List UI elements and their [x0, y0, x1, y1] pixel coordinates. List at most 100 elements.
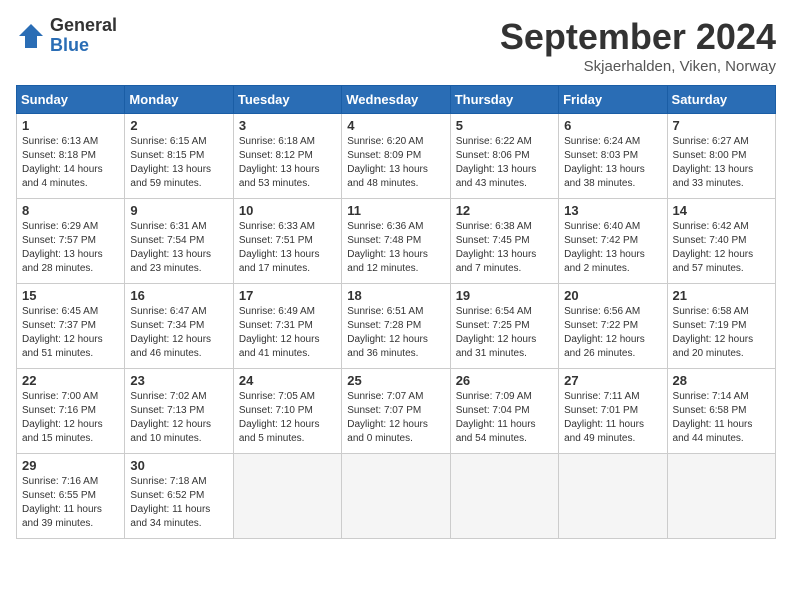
day-info: Sunrise: 6:13 AM Sunset: 8:18 PM Dayligh…: [22, 135, 119, 191]
calendar-cell: 16Sunrise: 6:47 AM Sunset: 7:34 PM Dayli…: [125, 284, 233, 369]
day-number: 25: [347, 373, 444, 388]
calendar-table: SundayMondayTuesdayWednesdayThursdayFrid…: [16, 85, 776, 539]
header: General Blue September 2024 Skjaerhalden…: [16, 16, 776, 75]
calendar-week-row: 15Sunrise: 6:45 AM Sunset: 7:37 PM Dayli…: [17, 284, 776, 369]
calendar-cell: 28 Sunrise: 7:14 AM Sunset: 6:58 PM Dayli…: [667, 369, 775, 454]
day-number: 22: [22, 373, 119, 388]
calendar-cell: 8 Sunrise: 6:29 AM Sunset: 7:57 PM Daylig…: [17, 199, 125, 284]
day-info: Sunrise: 7:07 AM Sunset: 7:07 PM Dayligh…: [347, 390, 444, 446]
day-number: 30: [130, 458, 227, 473]
calendar-cell: 19 Sunrise: 6:54 AM Sunset: 7:25 PM Dayli…: [450, 284, 558, 369]
day-info: Sunrise: 7:16 AM Sunset: 6:55 PM Dayligh…: [22, 475, 119, 531]
day-info: Sunrise: 6:45 AM Sunset: 7:37 PM Dayligh…: [22, 305, 119, 361]
calendar-cell: 5Sunrise: 6:22 AM Sunset: 8:06 PM Daylig…: [450, 114, 558, 199]
day-info: Sunrise: 7:11 AM Sunset: 7:01 PM Dayligh…: [564, 390, 661, 446]
day-info: Sunrise: 6:54 AM Sunset: 7:25 PM Dayligh…: [456, 305, 553, 361]
calendar-cell: 26 Sunrise: 7:09 AM Sunset: 7:04 PM Dayli…: [450, 369, 558, 454]
day-info: Sunrise: 6:56 AM Sunset: 7:22 PM Dayligh…: [564, 305, 661, 361]
day-number: 16: [130, 288, 227, 303]
day-info: Sunrise: 6:18 AM Sunset: 8:12 PM Dayligh…: [239, 135, 336, 191]
calendar-cell: 23Sunrise: 7:02 AM Sunset: 7:13 PM Dayli…: [125, 369, 233, 454]
calendar-cell: [342, 454, 450, 539]
calendar-week-row: 22Sunrise: 7:00 AM Sunset: 7:16 PM Dayli…: [17, 369, 776, 454]
logo-icon: [16, 21, 46, 51]
day-number: 17: [239, 288, 336, 303]
day-number: 29: [22, 458, 119, 473]
logo-blue-text: Blue: [50, 36, 117, 56]
day-info: Sunrise: 6:38 AM Sunset: 7:45 PM Dayligh…: [456, 220, 553, 276]
day-info: Sunrise: 7:09 AM Sunset: 7:04 PM Dayligh…: [456, 390, 553, 446]
day-info: Sunrise: 6:24 AM Sunset: 8:03 PM Dayligh…: [564, 135, 661, 191]
calendar-cell: 17 Sunrise: 6:49 AM Sunset: 7:31 PM Dayli…: [233, 284, 341, 369]
day-number: 14: [673, 203, 770, 218]
day-info: Sunrise: 6:42 AM Sunset: 7:40 PM Dayligh…: [673, 220, 770, 276]
title-area: September 2024 Skjaerhalden, Viken, Norw…: [500, 16, 776, 75]
calendar-week-row: 1Sunrise: 6:13 AM Sunset: 8:18 PM Daylig…: [17, 114, 776, 199]
day-number: 8: [22, 203, 119, 218]
day-number: 24: [239, 373, 336, 388]
calendar-cell: 4 Sunrise: 6:20 AM Sunset: 8:09 PM Daylig…: [342, 114, 450, 199]
day-info: Sunrise: 6:36 AM Sunset: 7:48 PM Dayligh…: [347, 220, 444, 276]
calendar-cell: 29 Sunrise: 7:16 AM Sunset: 6:55 PM Dayli…: [17, 454, 125, 539]
weekday-header-thursday: Thursday: [450, 86, 558, 114]
day-number: 10: [239, 203, 336, 218]
calendar-cell: 22Sunrise: 7:00 AM Sunset: 7:16 PM Dayli…: [17, 369, 125, 454]
day-info: Sunrise: 7:14 AM Sunset: 6:58 PM Dayligh…: [673, 390, 770, 446]
day-number: 11: [347, 203, 444, 218]
calendar-cell: 21Sunrise: 6:58 AM Sunset: 7:19 PM Dayli…: [667, 284, 775, 369]
weekday-header-tuesday: Tuesday: [233, 86, 341, 114]
day-number: 3: [239, 118, 336, 133]
calendar-cell: 11 Sunrise: 6:36 AM Sunset: 7:48 PM Dayli…: [342, 199, 450, 284]
calendar-cell: 20 Sunrise: 6:56 AM Sunset: 7:22 PM Dayli…: [559, 284, 667, 369]
day-info: Sunrise: 6:29 AM Sunset: 7:57 PM Dayligh…: [22, 220, 119, 276]
calendar-cell: 27 Sunrise: 7:11 AM Sunset: 7:01 PM Dayli…: [559, 369, 667, 454]
calendar-cell: 24 Sunrise: 7:05 AM Sunset: 7:10 PM Dayli…: [233, 369, 341, 454]
day-number: 13: [564, 203, 661, 218]
calendar-cell: [559, 454, 667, 539]
logo-general-text: General: [50, 16, 117, 36]
day-info: Sunrise: 6:22 AM Sunset: 8:06 PM Dayligh…: [456, 135, 553, 191]
day-info: Sunrise: 6:49 AM Sunset: 7:31 PM Dayligh…: [239, 305, 336, 361]
calendar-cell: 18Sunrise: 6:51 AM Sunset: 7:28 PM Dayli…: [342, 284, 450, 369]
day-info: Sunrise: 6:40 AM Sunset: 7:42 PM Dayligh…: [564, 220, 661, 276]
day-number: 7: [673, 118, 770, 133]
day-number: 26: [456, 373, 553, 388]
day-info: Sunrise: 6:15 AM Sunset: 8:15 PM Dayligh…: [130, 135, 227, 191]
calendar-cell: 15Sunrise: 6:45 AM Sunset: 7:37 PM Dayli…: [17, 284, 125, 369]
day-number: 19: [456, 288, 553, 303]
day-number: 6: [564, 118, 661, 133]
calendar-cell: 1Sunrise: 6:13 AM Sunset: 8:18 PM Daylig…: [17, 114, 125, 199]
day-info: Sunrise: 6:20 AM Sunset: 8:09 PM Dayligh…: [347, 135, 444, 191]
weekday-header-friday: Friday: [559, 86, 667, 114]
day-info: Sunrise: 7:02 AM Sunset: 7:13 PM Dayligh…: [130, 390, 227, 446]
weekday-header-saturday: Saturday: [667, 86, 775, 114]
calendar-cell: 2 Sunrise: 6:15 AM Sunset: 8:15 PM Daylig…: [125, 114, 233, 199]
calendar-cell: 25 Sunrise: 7:07 AM Sunset: 7:07 PM Dayli…: [342, 369, 450, 454]
logo: General Blue: [16, 16, 117, 56]
day-info: Sunrise: 6:51 AM Sunset: 7:28 PM Dayligh…: [347, 305, 444, 361]
calendar-cell: 7 Sunrise: 6:27 AM Sunset: 8:00 PM Daylig…: [667, 114, 775, 199]
day-number: 28: [673, 373, 770, 388]
day-info: Sunrise: 6:33 AM Sunset: 7:51 PM Dayligh…: [239, 220, 336, 276]
calendar-cell: 9Sunrise: 6:31 AM Sunset: 7:54 PM Daylig…: [125, 199, 233, 284]
day-info: Sunrise: 7:05 AM Sunset: 7:10 PM Dayligh…: [239, 390, 336, 446]
weekday-header-sunday: Sunday: [17, 86, 125, 114]
calendar-cell: [233, 454, 341, 539]
weekday-header-wednesday: Wednesday: [342, 86, 450, 114]
calendar-cell: 30Sunrise: 7:18 AM Sunset: 6:52 PM Dayli…: [125, 454, 233, 539]
calendar-cell: [450, 454, 558, 539]
calendar-cell: 14 Sunrise: 6:42 AM Sunset: 7:40 PM Dayli…: [667, 199, 775, 284]
location: Skjaerhalden, Viken, Norway: [500, 58, 776, 75]
day-number: 20: [564, 288, 661, 303]
day-number: 2: [130, 118, 227, 133]
calendar-week-row: 8 Sunrise: 6:29 AM Sunset: 7:57 PM Daylig…: [17, 199, 776, 284]
calendar-cell: 13 Sunrise: 6:40 AM Sunset: 7:42 PM Dayli…: [559, 199, 667, 284]
calendar-cell: 3 Sunrise: 6:18 AM Sunset: 8:12 PM Daylig…: [233, 114, 341, 199]
calendar-body: 1Sunrise: 6:13 AM Sunset: 8:18 PM Daylig…: [17, 114, 776, 539]
month-title: September 2024: [500, 16, 776, 58]
day-number: 27: [564, 373, 661, 388]
weekday-header-row: SundayMondayTuesdayWednesdayThursdayFrid…: [17, 86, 776, 114]
calendar-week-row: 29 Sunrise: 7:16 AM Sunset: 6:55 PM Dayli…: [17, 454, 776, 539]
day-info: Sunrise: 6:27 AM Sunset: 8:00 PM Dayligh…: [673, 135, 770, 191]
day-number: 4: [347, 118, 444, 133]
